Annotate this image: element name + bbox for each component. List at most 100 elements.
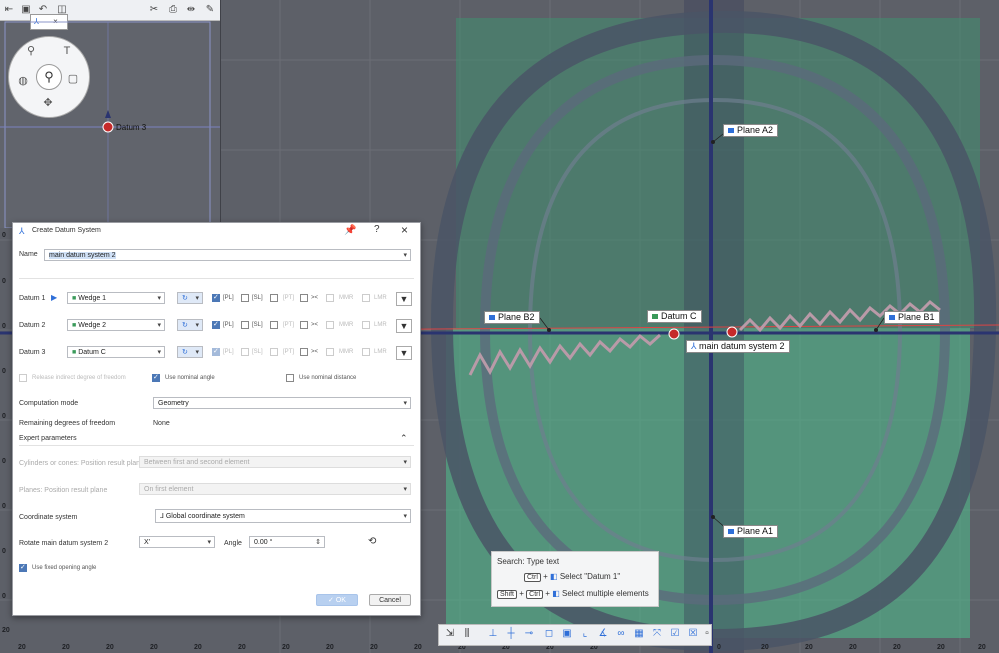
- datum-2-select[interactable]: ■ Wedge 2 ▾: [67, 319, 165, 331]
- radial-menu[interactable]: ⚲ T ◍ ▢ ✥ ⚲: [8, 36, 90, 118]
- datum-2-lmr-checkbox[interactable]: [362, 321, 370, 329]
- fixed-opening-checkbox[interactable]: [19, 563, 27, 572]
- grid-icon[interactable]: ▦: [633, 628, 645, 640]
- cylinders-position-select[interactable]: Between first and second element ▾: [139, 456, 411, 468]
- datum-2-sl-checkbox[interactable]: [241, 321, 249, 329]
- pt-label: [PT]: [283, 295, 295, 301]
- create-datum-system-dialog[interactable]: ⅄ Create Datum System 📌 ? × Name main da…: [12, 222, 421, 616]
- computation-mode-select[interactable]: Geometry ▾: [153, 397, 411, 409]
- planes-position-select[interactable]: On first element ▾: [139, 483, 411, 495]
- axis-icon[interactable]: ⊥: [487, 628, 499, 640]
- angle-input[interactable]: 0.00 ° ⇕: [249, 536, 325, 548]
- frame-icon[interactable]: ▣: [561, 628, 573, 640]
- corner-icon[interactable]: ⌞: [579, 628, 591, 640]
- datum-1-filter-button[interactable]: ▼: [396, 292, 412, 306]
- datum-1-pt-checkbox[interactable]: [270, 294, 278, 302]
- datum-3-pt-checkbox[interactable]: [270, 348, 278, 356]
- datum-2-pl-checkbox[interactable]: [212, 320, 220, 329]
- use-nominal-distance-label: Use nominal distance: [299, 375, 357, 381]
- label-plane-b2[interactable]: Plane B2: [484, 311, 540, 324]
- datum-1-lmr-checkbox[interactable]: [362, 294, 370, 302]
- more-icon[interactable]: ▫: [701, 628, 713, 640]
- globe-icon[interactable]: ◍: [15, 73, 31, 89]
- split-icon[interactable]: ⫼: [461, 628, 473, 640]
- label-plane-a2[interactable]: Plane A2: [723, 124, 779, 137]
- datum-1-pl-checkbox[interactable]: [212, 293, 220, 302]
- select-icon[interactable]: ⇲: [444, 628, 456, 640]
- link-icon[interactable]: ⊸: [523, 628, 535, 640]
- datum-3-mmr-checkbox[interactable]: [326, 348, 334, 356]
- rotate-label: Rotate main datum system 2: [19, 540, 109, 547]
- label-main-datum-system[interactable]: ⅄ main datum system 2: [686, 340, 790, 353]
- chevron-down-icon: ▾: [403, 486, 407, 493]
- release-indirect-label: Release indirect degree of freedom: [32, 375, 126, 381]
- rotate-preview-icon[interactable]: ⟲: [368, 536, 376, 547]
- chevron-up-icon[interactable]: ⌃: [400, 433, 408, 444]
- datum-3-sl-checkbox[interactable]: [241, 348, 249, 356]
- use-nominal-angle-checkbox[interactable]: [152, 373, 160, 382]
- coordinate-system-select[interactable]: ⅃ Global coordinate system ▾: [155, 509, 411, 523]
- divider: [19, 278, 414, 279]
- datum-3-gt-checkbox[interactable]: [300, 348, 308, 356]
- use-nominal-distance-checkbox[interactable]: [286, 374, 294, 382]
- pan-icon[interactable]: ✥: [40, 95, 56, 111]
- zoom-icon[interactable]: ⚲: [36, 64, 62, 90]
- help-icon[interactable]: ?: [374, 224, 380, 235]
- datum-2-mmr-checkbox[interactable]: [326, 321, 334, 329]
- datum-3-filter-button[interactable]: ▼: [396, 346, 412, 360]
- filter-icon: ▼: [399, 348, 409, 358]
- chain-icon[interactable]: ∞: [615, 628, 627, 640]
- label-datum-c[interactable]: Datum C: [647, 310, 702, 323]
- datum-3-mode[interactable]: ↻ ▾: [177, 346, 203, 358]
- datum-2-gt-checkbox[interactable]: [300, 321, 308, 329]
- close-icon[interactable]: ×: [401, 223, 408, 237]
- ruler-bottom-tick: 20: [238, 644, 246, 651]
- search-hint-text: Search: Type text: [497, 557, 560, 566]
- rotate-axis-select[interactable]: X' ▾: [139, 536, 215, 548]
- cancel-button[interactable]: Cancel: [369, 594, 411, 606]
- datum-1-select[interactable]: ■ Wedge 1 ▾: [67, 292, 165, 304]
- dialog-titlebar: ⅄ Create Datum System 📌 ? ×: [13, 223, 420, 239]
- datum-3-select[interactable]: ■ Datum C ▾: [67, 346, 165, 358]
- square-icon[interactable]: ▢: [65, 71, 81, 87]
- datum-1-mode[interactable]: ↻ ▾: [177, 292, 203, 304]
- checkbox-icon[interactable]: ☑: [669, 628, 681, 640]
- datum-2-mode[interactable]: ↻ ▾: [177, 319, 203, 331]
- pt-label: [PT]: [283, 349, 295, 355]
- datum-1-gt-checkbox[interactable]: [300, 294, 308, 302]
- ok-button[interactable]: ✓ OK: [316, 594, 358, 606]
- cycle-icon: ↻: [182, 349, 188, 356]
- datum-marker-3[interactable]: [726, 326, 738, 338]
- datum-2-pt-checkbox[interactable]: [270, 321, 278, 329]
- wedge-icon: ■: [72, 295, 77, 302]
- chevron-down-icon[interactable]: ▾: [403, 250, 407, 260]
- datum-1-mmr-checkbox[interactable]: [326, 294, 334, 302]
- angle-icon[interactable]: ∡: [597, 628, 609, 640]
- remaining-dof-value: None: [153, 420, 170, 427]
- expand-icon[interactable]: ⤧: [651, 628, 663, 640]
- datum-3-lmr-checkbox[interactable]: [362, 348, 370, 356]
- label-plane-b1[interactable]: Plane B1: [884, 311, 940, 324]
- text-icon[interactable]: T: [59, 43, 75, 59]
- spinner-icon[interactable]: ⇕: [315, 537, 321, 547]
- expert-parameters-header[interactable]: Expert parameters: [19, 435, 77, 442]
- move-icon[interactable]: ⚲: [23, 43, 39, 59]
- pin-icon[interactable]: 📌: [344, 225, 356, 236]
- datum-marker-2[interactable]: [668, 328, 680, 340]
- plane-icon: [489, 315, 495, 321]
- chevron-down-icon: ▾: [403, 400, 407, 407]
- plane-icon[interactable]: ◻: [543, 628, 555, 640]
- name-field[interactable]: main datum system 2 ▾: [44, 249, 411, 261]
- datum-2-filter-button[interactable]: ▼: [396, 319, 412, 333]
- datum-icon: ■: [72, 349, 77, 356]
- cross-icon[interactable]: ┼: [505, 628, 517, 640]
- release-indirect-checkbox[interactable]: [19, 374, 27, 382]
- play-icon[interactable]: ▶: [51, 293, 57, 302]
- datum-3-pl-checkbox[interactable]: [212, 347, 220, 356]
- mini-view[interactable]: ⇤ ▣ ↶ ◫ ✂ ⎙ ⇹ ✎ ⅄ × Datum 3 ⚲ T ◍ ▢ ✥ ⚲: [0, 0, 221, 228]
- filter-icon: ▼: [399, 321, 409, 331]
- label-plane-a1[interactable]: Plane A1: [723, 525, 779, 538]
- datum-1-sl-checkbox[interactable]: [241, 294, 249, 302]
- ruler-bottom-tick: 20: [849, 644, 857, 651]
- close-box-icon[interactable]: ☒: [687, 628, 699, 640]
